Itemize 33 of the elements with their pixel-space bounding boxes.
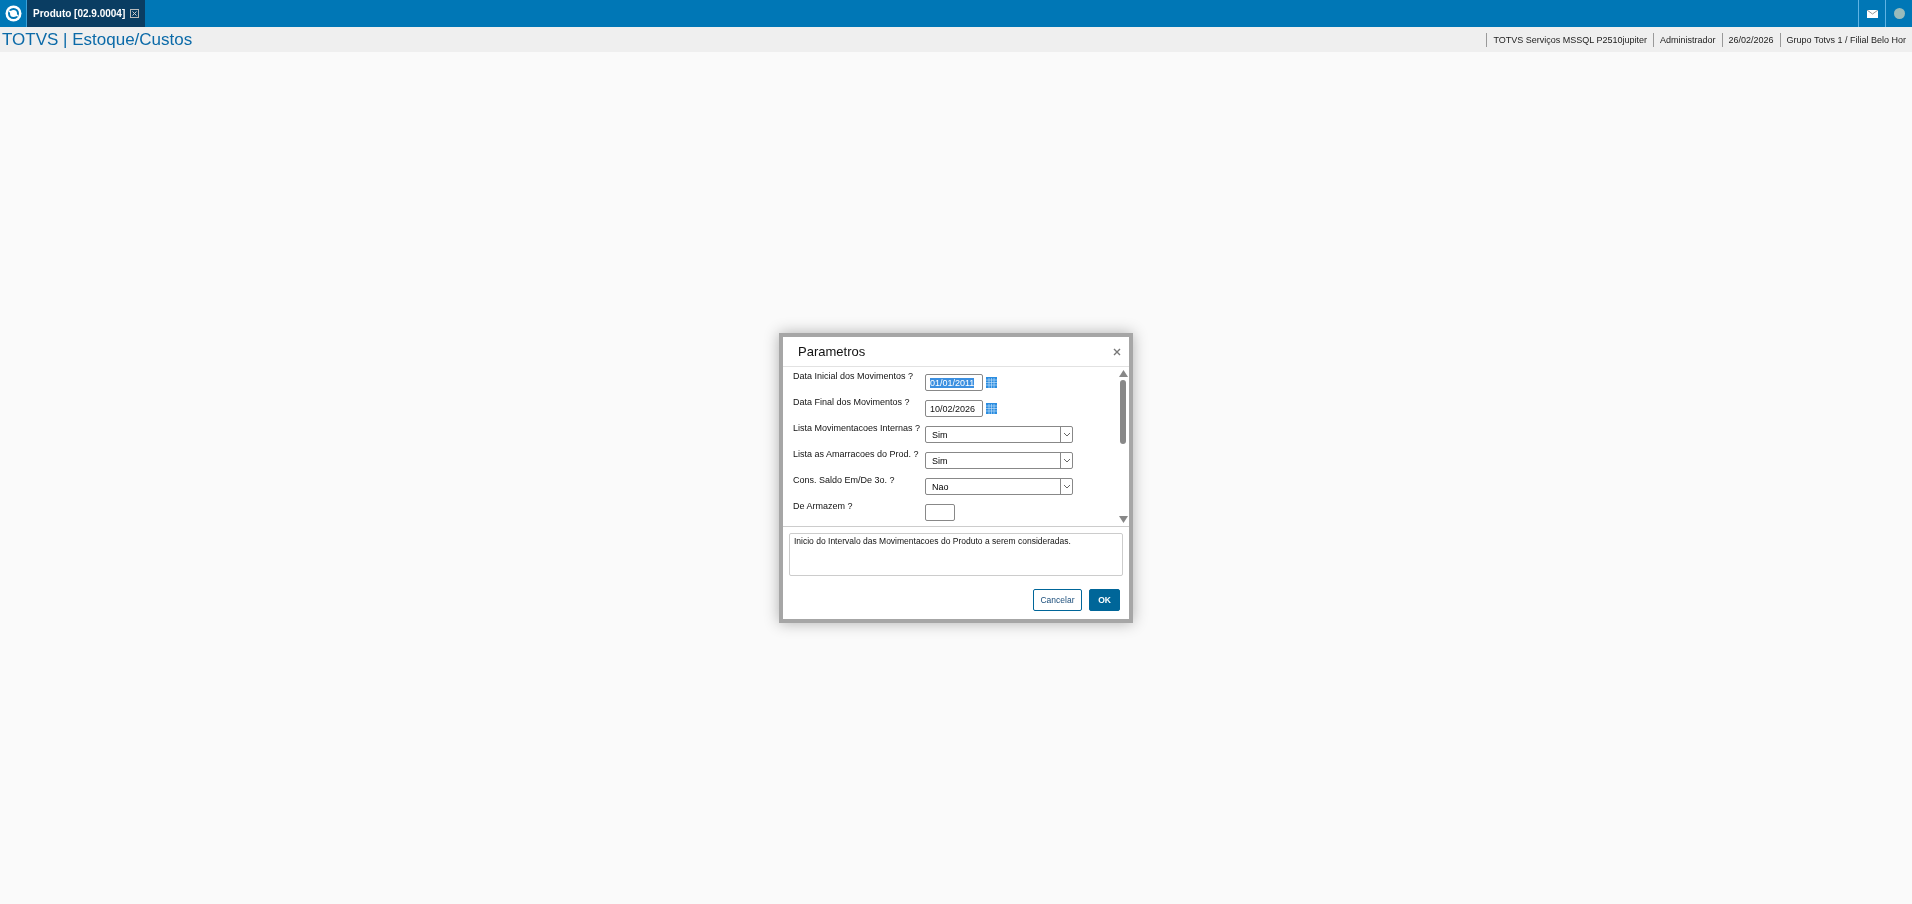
field-label: Data Inicial dos Movimentos ? <box>793 371 915 381</box>
close-button[interactable] <box>1113 347 1121 356</box>
cancel-button[interactable]: Cancelar <box>1033 589 1082 611</box>
ok-button[interactable]: OK <box>1089 589 1120 611</box>
field-label: De Armazem ? <box>793 501 854 511</box>
status-info: 26/02/2026 <box>1721 32 1780 47</box>
dropdown-field[interactable]: Nao <box>925 478 1073 495</box>
chevron-down-icon <box>1062 484 1071 489</box>
input-field[interactable] <box>925 504 955 521</box>
chevron-down-icon <box>1062 458 1071 463</box>
scrollbar-thumb[interactable] <box>1120 380 1126 444</box>
close-icon[interactable] <box>130 9 140 18</box>
help-text: Inicio do Intervalo das Movimentacoes do Produto a serem consideradas. <box>789 533 1123 576</box>
chevron-down-icon <box>1062 432 1071 437</box>
app-title: TOTVS | Estoque/Custos <box>2 29 193 50</box>
scroll-up-icon[interactable] <box>1118 370 1128 377</box>
status-info: Administrador <box>1653 32 1722 47</box>
field-label: Data Final dos Movimentos ? <box>793 397 911 407</box>
field-label: Lista Movimentacoes Internas ? <box>793 423 922 433</box>
calendar-icon[interactable] <box>986 377 997 388</box>
document-tab[interactable]: Produto [02.9.0004] <box>27 0 146 27</box>
status-info: TOTVS Serviços MSSQL P2510jupiter <box>1486 32 1654 47</box>
mail-icon <box>1866 9 1878 18</box>
date-field[interactable]: 10/02/2026 <box>925 400 983 417</box>
dropdown-field[interactable]: Sim <box>925 426 1073 443</box>
scroll-down-icon[interactable] <box>1118 516 1128 523</box>
field-label: Lista as Amarracoes do Prod. ? <box>793 449 920 459</box>
dialog-title: Parametros <box>798 344 866 359</box>
dropdown-field[interactable]: Sim <box>925 452 1073 469</box>
calendar-icon[interactable] <box>986 403 997 414</box>
status-info: Grupo Totvs 1 / Filial Belo Hor <box>1779 32 1912 47</box>
field-label: Cons. Saldo Em/De 3o. ? <box>793 475 896 485</box>
logo-icon[interactable] <box>4 5 22 22</box>
